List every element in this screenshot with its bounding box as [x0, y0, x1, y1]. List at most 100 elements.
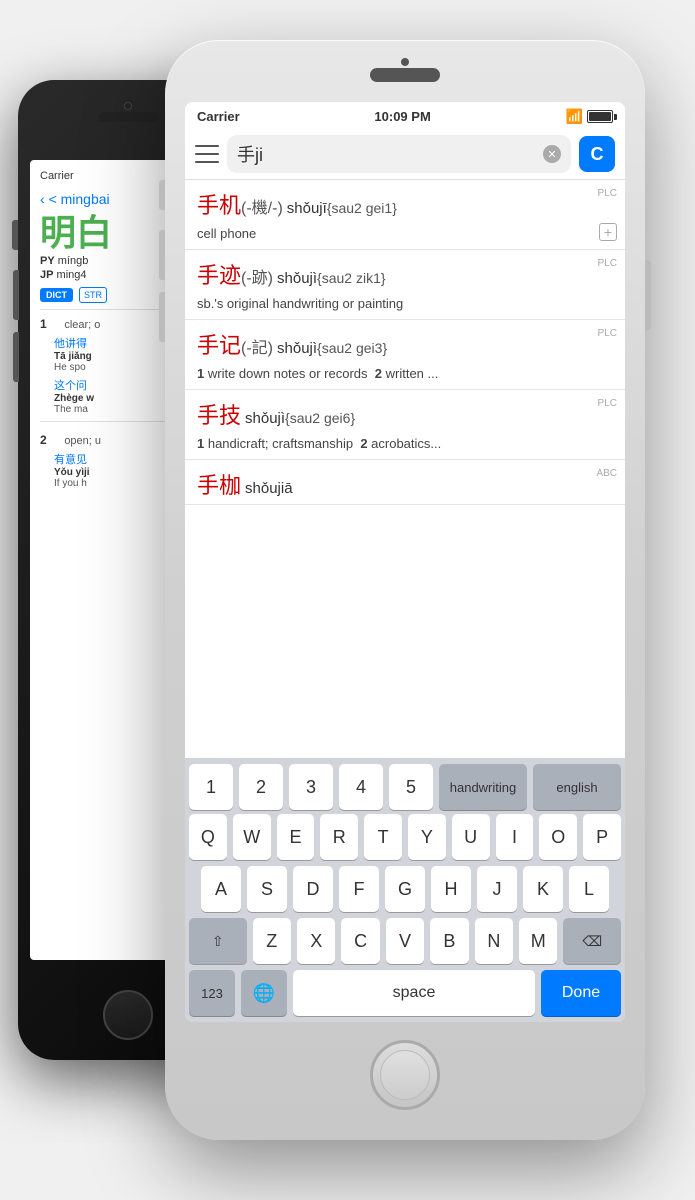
- front-camera: [401, 58, 409, 66]
- result-pinyin-2: shǒujì: [277, 270, 317, 287]
- white-phone-screen: Carrier 10:09 PM 📶 手ji ✕ C PLC: [185, 102, 625, 1022]
- key-e[interactable]: E: [277, 814, 315, 860]
- key-f[interactable]: F: [339, 866, 379, 912]
- result-item-2[interactable]: PLC 手迹 (-跡) shǒujì {sau2 zik1} sb.'s ori…: [185, 250, 625, 320]
- result-def-3: 1 write down notes or records 2 written …: [185, 364, 625, 389]
- key-n[interactable]: N: [475, 918, 513, 964]
- english-key[interactable]: english: [533, 764, 621, 810]
- search-input-text: 手ji: [237, 141, 537, 167]
- clear-button[interactable]: ✕: [543, 145, 561, 163]
- key-3[interactable]: 3: [289, 764, 333, 810]
- key-r[interactable]: R: [320, 814, 358, 860]
- wifi-icon: 📶: [566, 108, 583, 125]
- delete-key[interactable]: ⌫: [563, 918, 621, 964]
- keyboard-row-numbers: 1 2 3 4 5 handwriting english: [185, 758, 625, 814]
- key-u[interactable]: U: [452, 814, 490, 860]
- key-b[interactable]: B: [430, 918, 468, 964]
- globe-key[interactable]: 🌐: [241, 970, 287, 1016]
- key-h[interactable]: H: [431, 866, 471, 912]
- plc-label-3: PLC: [598, 328, 617, 339]
- result-trad-2: (-跡): [241, 264, 273, 288]
- result-pinyin-1: shǒujī: [287, 200, 327, 217]
- result-cantonese-1: {sau2 gei1}: [327, 200, 397, 216]
- search-input-wrap[interactable]: 手ji ✕: [227, 135, 571, 173]
- key-1[interactable]: 1: [189, 764, 233, 810]
- shift-key[interactable]: ⇧: [189, 918, 247, 964]
- result-def-1: cell phone: [185, 224, 625, 249]
- result-item-1[interactable]: PLC 手机 (-機/-) shǒujī {sau2 gei1} cell ph…: [185, 180, 625, 250]
- key-p[interactable]: P: [583, 814, 621, 860]
- result-main-5: 手枷 shǒujiā: [185, 460, 625, 504]
- plc-label-4: PLC: [598, 398, 617, 409]
- keyboard: 1 2 3 4 5 handwriting english Q W E R T …: [185, 758, 625, 1022]
- key-a[interactable]: A: [201, 866, 241, 912]
- key-2[interactable]: 2: [239, 764, 283, 810]
- keyboard-row-asdf: A S D F G H J K L: [185, 866, 625, 918]
- result-item-4[interactable]: PLC 手技 shǒujì {sau2 gei6} 1 handicraft; …: [185, 390, 625, 460]
- silent-switch: [159, 180, 165, 210]
- result-main-3: 手记 (-記) shǒujì {sau2 gei3}: [185, 320, 625, 364]
- key-d[interactable]: D: [293, 866, 333, 912]
- status-right: 📶: [566, 108, 613, 125]
- result-def-2: sb.'s original handwriting or painting: [185, 294, 625, 319]
- result-chinese-3: 手记: [197, 328, 241, 360]
- key-o[interactable]: O: [539, 814, 577, 860]
- keyboard-row-zxcv: ⇧ Z X C V B N M ⌫: [185, 918, 625, 970]
- volume-up-btn: [159, 230, 165, 280]
- key-g[interactable]: G: [385, 866, 425, 912]
- key-y[interactable]: Y: [408, 814, 446, 860]
- result-chinese-4: 手技: [197, 398, 241, 430]
- result-main-1: 手机 (-機/-) shǒujī {sau2 gei1}: [185, 180, 625, 224]
- result-cantonese-4: {sau2 gei6}: [285, 410, 355, 426]
- handwriting-key[interactable]: handwriting: [439, 764, 527, 810]
- hamburger-line-2: [195, 153, 219, 155]
- hamburger-line-1: [195, 145, 219, 147]
- key-l[interactable]: L: [569, 866, 609, 912]
- plc-label-2: PLC: [598, 258, 617, 269]
- result-cantonese-2: {sau2 zik1}: [317, 270, 386, 286]
- c-button[interactable]: C: [579, 136, 615, 172]
- search-bar: 手ji ✕ C: [185, 129, 625, 180]
- result-cantonese-3: {sau2 gei3}: [317, 340, 387, 356]
- space-key[interactable]: space: [293, 970, 535, 1016]
- menu-icon[interactable]: [195, 145, 219, 163]
- key-4[interactable]: 4: [339, 764, 383, 810]
- key-5[interactable]: 5: [389, 764, 433, 810]
- plus-button-1[interactable]: +: [599, 223, 617, 241]
- key-t[interactable]: T: [364, 814, 402, 860]
- abc-label-5: ABC: [596, 468, 617, 479]
- hamburger-line-3: [195, 161, 219, 163]
- result-main-2: 手迹 (-跡) shǒujì {sau2 zik1}: [185, 250, 625, 294]
- key-v[interactable]: V: [386, 918, 424, 964]
- result-item-3[interactable]: PLC 手记 (-記) shǒujì {sau2 gei3} 1 write d…: [185, 320, 625, 390]
- key-s[interactable]: S: [247, 866, 287, 912]
- done-key[interactable]: Done: [541, 970, 621, 1016]
- result-trad-3: (-記): [241, 334, 273, 358]
- result-main-4: 手技 shǒujì {sau2 gei6}: [185, 390, 625, 434]
- key-j[interactable]: J: [477, 866, 517, 912]
- keyboard-bottom-row: 123 🌐 space Done: [185, 970, 625, 1022]
- battery-icon: [587, 110, 613, 123]
- result-item-5[interactable]: ABC 手枷 shǒujiā: [185, 460, 625, 505]
- dict-badge[interactable]: DICT: [40, 288, 73, 302]
- key-z[interactable]: Z: [253, 918, 291, 964]
- key-i[interactable]: I: [496, 814, 534, 860]
- plc-label-1: PLC: [598, 188, 617, 199]
- keyboard-row-qwerty: Q W E R T Y U I O P: [185, 814, 625, 866]
- home-button[interactable]: [370, 1040, 440, 1110]
- black-carrier: Carrier: [40, 170, 74, 183]
- carrier-label: Carrier: [197, 109, 240, 124]
- str-badge[interactable]: STR: [79, 287, 107, 303]
- key-q[interactable]: Q: [189, 814, 227, 860]
- key-m[interactable]: M: [519, 918, 557, 964]
- speaker: [370, 68, 440, 82]
- status-bar: Carrier 10:09 PM 📶: [185, 102, 625, 129]
- key-x[interactable]: X: [297, 918, 335, 964]
- result-pinyin-4: shǒujì: [245, 410, 285, 427]
- key-k[interactable]: K: [523, 866, 563, 912]
- key-c[interactable]: C: [341, 918, 379, 964]
- key-w[interactable]: W: [233, 814, 271, 860]
- numbers-mode-key[interactable]: 123: [189, 970, 235, 1016]
- power-btn: [645, 260, 651, 330]
- result-pinyin-5: shǒujiā: [245, 480, 293, 497]
